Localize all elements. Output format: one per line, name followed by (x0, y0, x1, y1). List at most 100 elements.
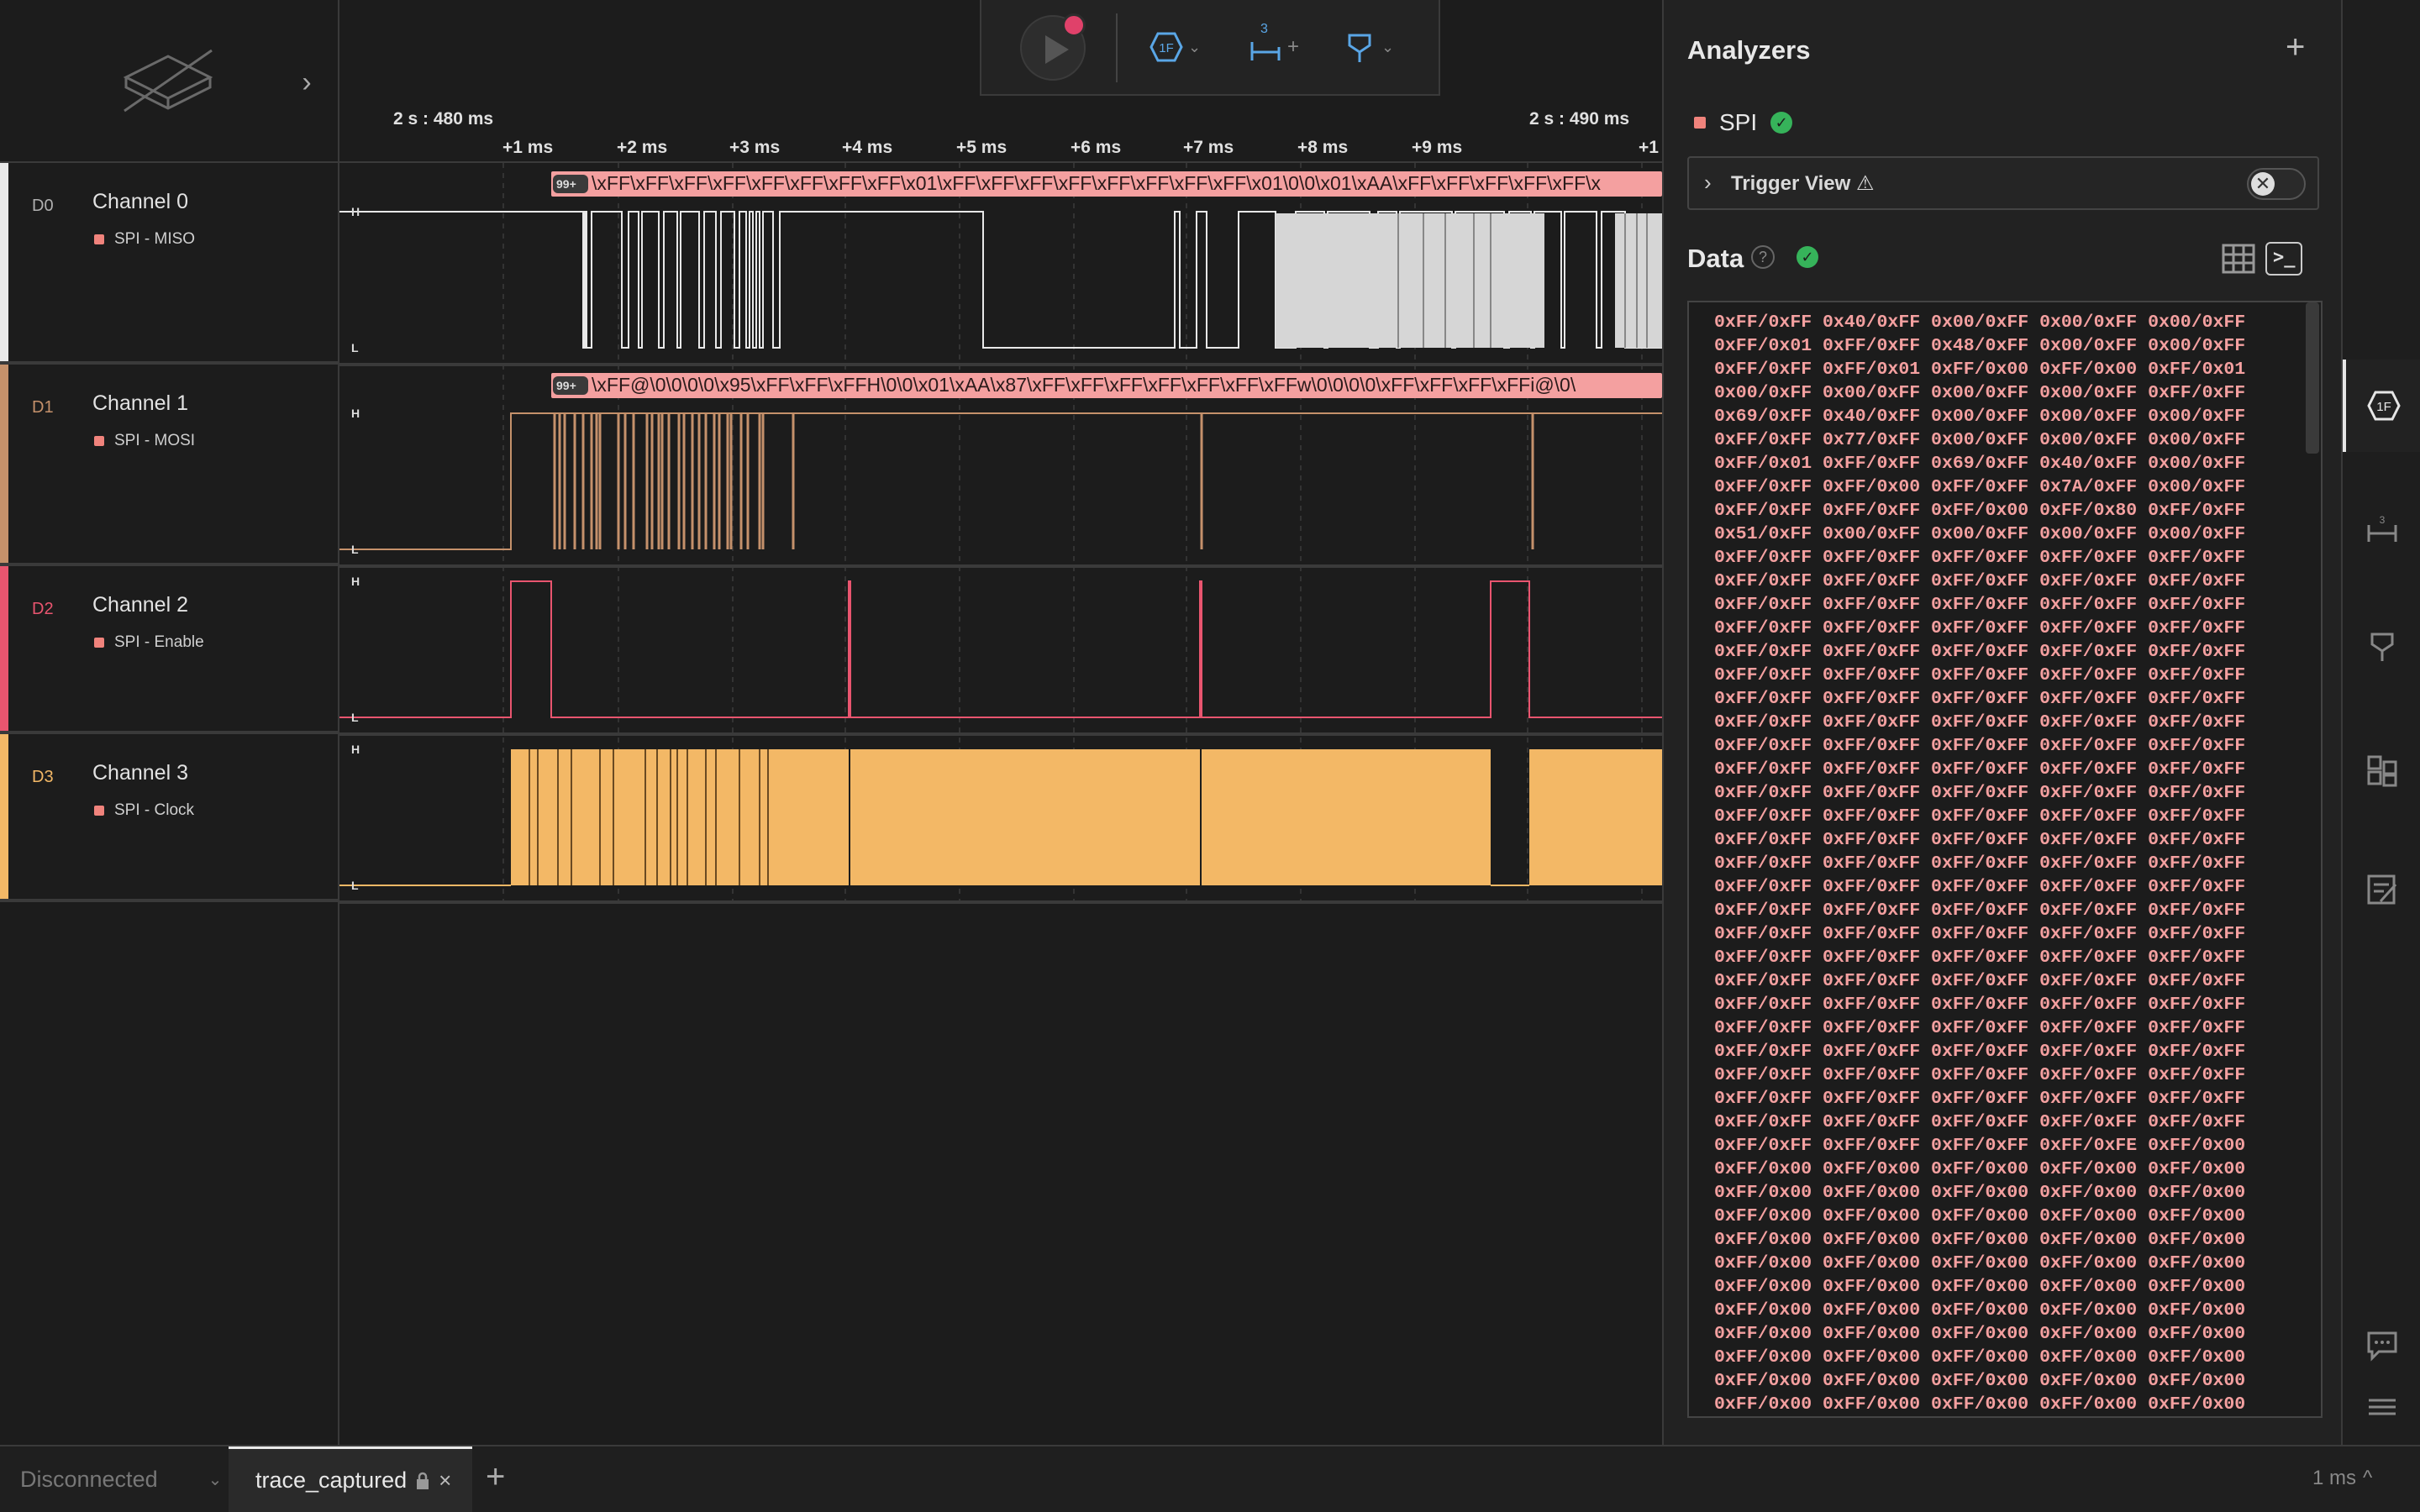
channel-analyzer-label: SPI - Enable (94, 633, 204, 652)
data-console[interactable]: 0xFF/0xFF 0x40/0xFF 0x00/0xFF 0x00/0xFF … (1687, 301, 2323, 1418)
table-view-icon[interactable] (2222, 244, 2255, 274)
channel-row-3[interactable]: D3 Channel 3 SPI - Clock (0, 734, 338, 902)
channel-name[interactable]: Channel 1 (92, 391, 188, 416)
measurement-count: 3 (1260, 22, 1268, 36)
analyzer-color-square (94, 806, 104, 816)
ruler-tick: +9 ms (1412, 138, 1463, 157)
plus-icon: + (1287, 35, 1300, 58)
level-high-label: H (351, 743, 360, 756)
lock-icon (417, 1472, 429, 1489)
analyzer-label: SPI - Enable (114, 633, 204, 651)
overflow-badge: 99+ (556, 177, 576, 191)
svg-text:1F: 1F (2376, 400, 2391, 414)
analyzer-item-spi[interactable]: SPI ✓ (1694, 109, 1793, 136)
channel-row-2[interactable]: D2 Channel 2 SPI - Enable (0, 566, 338, 734)
new-tab-button[interactable]: + (486, 1458, 505, 1496)
bottom-bar: Disconnected ⌄ trace_captured × + 1 ms ^ (0, 1445, 2420, 1512)
sidebar-extensions-button[interactable] (2343, 724, 2420, 816)
connection-status: Disconnected (20, 1466, 158, 1492)
waveform-canvas[interactable] (339, 0, 1662, 1445)
zoom-level: 1 ms (2312, 1467, 2357, 1489)
connection-status-dropdown[interactable]: Disconnected ⌄ (0, 1446, 229, 1512)
level-low-label: L (351, 543, 359, 556)
ruler-tick: +3 ms (729, 138, 781, 157)
ruler-tick: +6 ms (1071, 138, 1122, 157)
sidebar-markers-button[interactable] (2343, 600, 2420, 692)
channel-analyzer-label: SPI - MISO (94, 230, 195, 249)
timing-marker-button[interactable]: ⌄ (1343, 25, 1394, 69)
ruler-tick: +7 ms (1183, 138, 1234, 157)
help-icon[interactable]: ? (1751, 245, 1775, 269)
sidebar-menu-button[interactable] (2343, 1361, 2420, 1453)
record-dot-icon (1062, 13, 1086, 37)
svg-text:3: 3 (2380, 514, 2386, 526)
expand-panel-chevron-icon[interactable]: › (294, 66, 319, 99)
ruler-tick: +1 ms (502, 138, 554, 157)
menu-icon (2369, 1399, 2396, 1415)
add-measurement-button[interactable]: 3 + (1249, 22, 1300, 69)
check-icon: ✓ (1797, 246, 1818, 268)
device-icon (123, 49, 213, 113)
channel-id: D1 (32, 398, 54, 417)
tab-trace-captured[interactable]: trace_captured × (229, 1446, 472, 1512)
channel-id: D2 (32, 600, 54, 618)
time-ruler[interactable]: 2 s : 480 ms 2 s : 490 ms +1 ms +2 ms +3… (339, 96, 1662, 163)
channel-name[interactable]: Channel 0 (92, 190, 188, 214)
sidebar-notes-button[interactable] (2343, 843, 2420, 936)
sidebar-measurements-button[interactable]: 3 (2343, 482, 2420, 575)
miso-decode-text: \xFF\xFF\xFF\xFF\xFF\xFF\xFF\xFF\x01\xFF… (592, 172, 1602, 194)
trigger-settings-button[interactable]: 1F ⌄ (1150, 25, 1201, 69)
analyzer-color-square (94, 638, 104, 648)
trigger-view-label: Trigger View ⚠ (1731, 172, 1875, 195)
data-console-lines: 0xFF/0xFF 0x40/0xFF 0x00/0xFF 0x00/0xFF … (1714, 312, 2246, 1415)
channel-row-1[interactable]: D1 Channel 1 SPI - MOSI (0, 365, 338, 566)
caret-up-icon: ^ (2363, 1467, 2373, 1489)
level-low-label: L (351, 879, 359, 892)
capture-toolbar: 1F ⌄ 3 + ⌄ (980, 0, 1440, 96)
data-section-title: Data (1687, 244, 1744, 273)
right-sidebar: 1F 3 (2341, 0, 2420, 1445)
zoom-level-control[interactable]: 1 ms ^ (2312, 1467, 2372, 1490)
ruler-tick: +4 ms (842, 138, 893, 157)
waveform-area[interactable]: H L H L H L H L 99+ \xFF\xFF\xFF\xFF\xFF… (339, 0, 1662, 1445)
add-analyzer-button[interactable]: + (2286, 30, 2305, 64)
console-scrollbar[interactable] (2306, 302, 2319, 454)
device-area: › (0, 0, 338, 163)
analyzer-name: SPI (1719, 109, 1758, 135)
analyzer-color-square (94, 234, 104, 244)
sidebar-analyzers-button[interactable]: 1F (2343, 360, 2420, 452)
chevron-down-icon: ⌄ (1381, 38, 1395, 55)
chevron-down-icon: ⌄ (1188, 38, 1202, 55)
channel-color-bar (0, 365, 8, 563)
level-high-label: H (351, 575, 360, 588)
timing-marker-icon (2370, 633, 2394, 661)
hexagon-1f-icon: 1F (1150, 32, 1183, 62)
ruler-tick: +5 ms (956, 138, 1007, 157)
terminal-icon: >_ (2273, 247, 2296, 268)
marker-icon (1348, 34, 1371, 62)
terminal-view-button[interactable]: >_ (2265, 242, 2302, 276)
play-icon (1045, 35, 1069, 64)
close-icon: ✕ (2251, 172, 2275, 196)
level-high-label: H (351, 407, 360, 420)
channel-name[interactable]: Channel 2 (92, 593, 188, 617)
trigger-view-toggle[interactable]: ✕ (2247, 168, 2306, 200)
analyzer-color-square (94, 436, 104, 446)
ruler-start-time: 2 s : 480 ms (393, 109, 494, 129)
channel-color-bar (0, 566, 8, 731)
analyzer-panel: Analyzers + SPI ✓ › Trigger View ⚠ ✕ Dat… (1662, 0, 2341, 1445)
overflow-badge: 99+ (556, 379, 576, 392)
waveform-channel-1 (339, 412, 1662, 550)
analyzer-label: SPI - MISO (114, 230, 196, 248)
channel-name[interactable]: Channel 3 (92, 761, 188, 785)
channel-row-0[interactable]: D0 Channel 0 SPI - MISO (0, 163, 338, 365)
ruler-tick: +1 (1639, 138, 1659, 157)
channel-analyzer-label: SPI - Clock (94, 801, 194, 820)
mosi-decode-text: \xFF@\0\0\0\0\x95\xFF\xFF\xFFH\0\0\x01\x… (592, 374, 1576, 396)
ruler-end-time: 2 s : 490 ms (1529, 109, 1630, 129)
dense-activity-block (1615, 213, 1662, 348)
chevron-right-icon[interactable]: › (1704, 170, 1712, 196)
close-tab-icon[interactable]: × (439, 1467, 451, 1494)
trigger-view-section[interactable]: › Trigger View ⚠ ✕ (1687, 156, 2319, 210)
level-low-label: L (351, 711, 359, 724)
